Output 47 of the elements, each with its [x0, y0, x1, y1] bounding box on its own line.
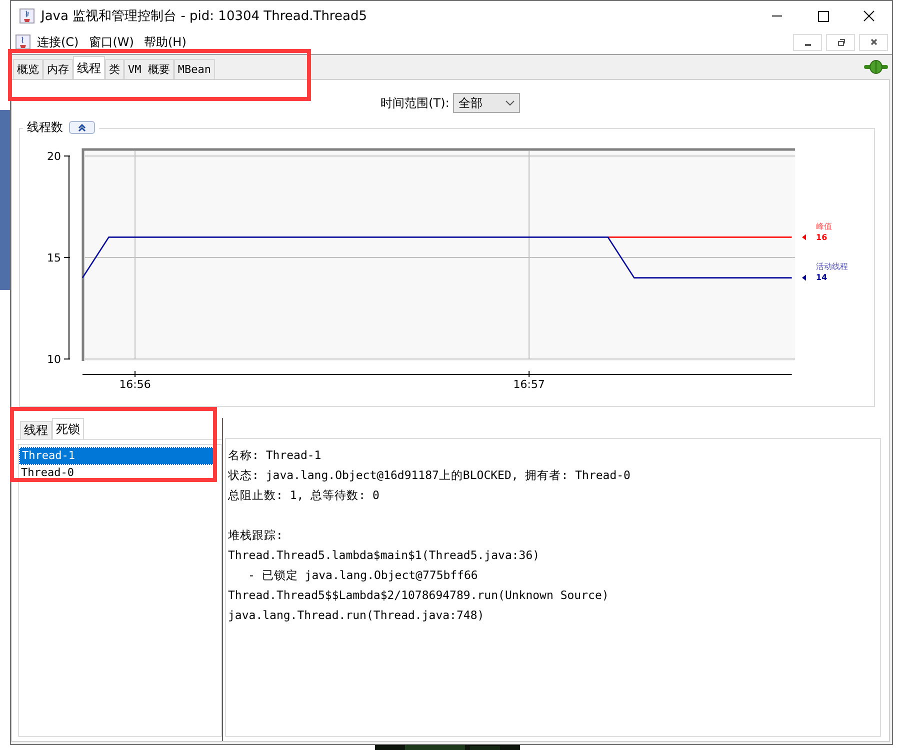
restore-icon	[836, 37, 846, 47]
legend-label: 峰值	[816, 222, 832, 231]
tab[interactable]: MBean	[174, 59, 215, 79]
pointer-icon	[802, 274, 806, 281]
coffee-cup-icon	[15, 34, 31, 50]
stack-frame-line: - 已锁定 java.lang.Object@775bff66	[247, 567, 479, 584]
window-title: Java 监视和管理控制台 - pid: 10304 Thread.Thread5	[41, 8, 368, 25]
tab[interactable]: 线程	[20, 421, 52, 439]
close-button[interactable]	[859, 34, 888, 50]
time-range-label: 时间范围(T):	[380, 94, 450, 112]
minimize-button[interactable]	[793, 34, 822, 50]
legend-label: 活动线程	[816, 262, 848, 271]
axis-tick-label: 20	[47, 150, 61, 163]
axis-tick-label: 15	[47, 252, 61, 264]
close-icon	[868, 37, 878, 47]
tab[interactable]: 概览	[13, 59, 43, 79]
coffee-cup-icon	[19, 8, 35, 24]
tab[interactable]: 死锁	[52, 418, 84, 439]
stack-frame-line: java.lang.Thread.run(Thread.java:748)	[228, 607, 486, 624]
detail-line: 名称: Thread-1	[228, 447, 322, 464]
menu-item[interactable]: 连接(C)	[37, 34, 79, 50]
legend-value: 14	[816, 273, 828, 282]
tab[interactable]: VM 概要	[124, 59, 174, 79]
collapse-button[interactable]	[69, 121, 95, 134]
pointer-icon	[802, 234, 806, 240]
panel-title: 线程数	[27, 119, 63, 136]
menu-item[interactable]: 帮助(H)	[144, 34, 186, 50]
thread-list-item[interactable]: Thread-0	[19, 465, 217, 481]
tab[interactable]: 类	[105, 59, 124, 79]
minimize-icon	[804, 44, 810, 46]
restore-button[interactable]	[826, 34, 855, 50]
axis-tick-label: 16:56	[119, 378, 151, 391]
stack-frame-line: Thread.Thread5$$Lambda$2/1078694789.run(Unknown Source)	[228, 587, 610, 604]
axis-tick-label: 16:57	[513, 378, 545, 391]
detail-line: 状态: java.lang.Object@16d91187上的BLOCKED, 拥有者: Thread-0	[228, 467, 632, 484]
connection-icon	[864, 60, 888, 74]
axis-tick-label: 10	[47, 353, 61, 366]
tab[interactable]: 内存	[43, 59, 73, 79]
double-chevron-icon	[77, 124, 87, 132]
stack-trace-heading: 堆栈跟踪:	[228, 527, 284, 544]
menu-item[interactable]: 窗口(W)	[88, 34, 134, 50]
stack-frame-line: Thread.Thread5.lambda$main$1(Thread5.java:36)	[228, 547, 541, 564]
legend-value: 16	[816, 233, 828, 242]
time-range-dropdown[interactable]: 全部	[453, 93, 520, 113]
tab[interactable]: 线程	[73, 56, 105, 79]
caret-icon	[505, 100, 516, 106]
detail-line: 总阻止数: 1, 总等待数: 0	[228, 487, 380, 504]
